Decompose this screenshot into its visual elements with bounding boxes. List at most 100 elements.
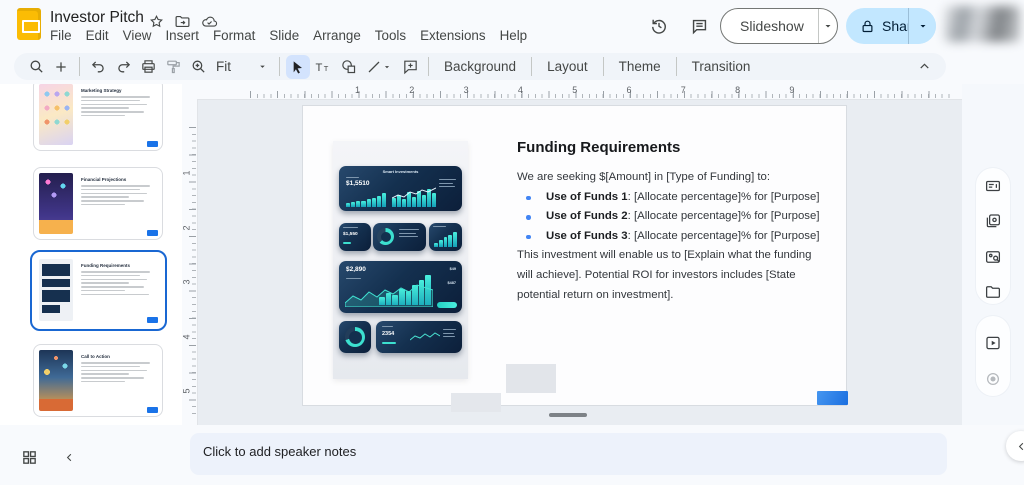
zoom-select[interactable]: Fit [211,55,273,79]
slide-thumbnail-19[interactable]: Funding Requirements [34,254,162,326]
collapse-filmstrip-icon[interactable] [58,446,80,468]
speaker-notes-input[interactable]: Click to add speaker notes [190,433,947,475]
card3-button [437,302,457,308]
menu-insert[interactable]: Insert [165,28,199,43]
text-line-placeholder [81,279,147,281]
text-box-icon[interactable]: TT [311,55,335,79]
slides-logo-icon[interactable] [17,8,41,40]
card3-stat1: $49 [450,267,456,271]
paint-format-icon[interactable] [161,55,185,79]
toolbar: Fit TT Background Layout Theme Transitio… [14,53,946,80]
version-history-icon[interactable] [646,13,672,39]
insert-comment-icon[interactable] [398,55,422,79]
video-play-icon[interactable] [984,334,1002,352]
thumbnail-body-lines [81,271,156,295]
slide-title[interactable]: Funding Requirements [517,139,680,156]
menu-format[interactable]: Format [213,28,255,43]
menu-arrange[interactable]: Arrange [313,28,361,43]
collapse-side-panel-button[interactable] [1006,431,1024,461]
slideshow-button[interactable]: Slideshow [720,8,838,44]
select-tool-icon[interactable] [286,55,310,79]
bar [361,201,365,207]
new-slide-icon[interactable] [49,55,73,79]
text-line-placeholder [81,271,150,273]
text-line-placeholder [81,362,150,364]
bar [351,202,355,207]
background-button[interactable]: Background [435,55,525,79]
summary-card-icon[interactable] [984,177,1002,195]
menu-help[interactable]: Help [500,28,528,43]
undo-icon[interactable] [86,55,110,79]
slide-body-text[interactable]: We are seeking $[Amount] in [Type of Fun… [517,168,820,305]
theme-button[interactable]: Theme [610,55,670,79]
comment-history-icon[interactable] [686,13,712,39]
bar [356,201,360,207]
menu-extensions[interactable]: Extensions [420,28,486,43]
text-line-placeholder [399,236,418,237]
redo-icon[interactable] [111,55,135,79]
toolbar-divider [531,57,532,76]
text-line-placeholder [439,179,456,180]
shape-tool-icon[interactable] [336,55,360,79]
bar [439,240,443,247]
slide-thumbnail-18[interactable]: Financial Projections [33,167,163,240]
zoom-icon[interactable] [186,55,210,79]
slide-page[interactable]: Smart Investments $1,5510 $1,550 [302,105,847,406]
dashboard-card-overview: Smart Investments $1,5510 [339,166,462,211]
folder-icon[interactable] [984,283,1002,301]
text-line-placeholder [81,96,150,98]
thumbnail-text: Marketing Strategy [81,88,156,119]
menu-slide[interactable]: Slide [269,28,299,43]
speaker-notes-placeholder: Click to add speaker notes [203,444,356,459]
body-outro-3: potential return on investment]. [517,286,820,306]
share-dropdown[interactable] [908,8,936,44]
text-line-placeholder [433,226,446,227]
text-line-placeholder [443,333,454,334]
text-line-placeholder [382,326,393,327]
bullet-line-2: Use of Funds 2: [Allocate percentage]% f… [517,207,820,227]
slide-thumbnail-17[interactable]: Marketing Strategy [33,84,163,151]
mini-line-chart [410,331,440,343]
notes-resize-handle[interactable] [549,413,587,417]
thumbnail-accent-chip [147,141,158,147]
thumbnail-body-lines [81,362,156,382]
thumbnail-accent-chip [147,230,158,236]
svg-text:T: T [324,63,329,72]
bar [453,232,457,247]
text-line-placeholder [81,104,147,106]
layout-button[interactable]: Layout [538,55,597,79]
collapse-toolbar-icon[interactable] [912,55,936,79]
bar [434,243,438,248]
menu-tools[interactable]: Tools [375,28,406,43]
photo-library-icon[interactable] [984,212,1002,230]
print-icon[interactable] [136,55,160,79]
text-line-placeholder [81,286,144,288]
image-search-icon[interactable] [984,248,1002,266]
bullet-line-1: Use of Funds 1: [Allocate percentage]% f… [517,188,820,208]
menu-edit[interactable]: Edit [86,28,109,43]
menu-file[interactable]: File [50,28,72,43]
card4-value: 2354 [382,331,394,337]
thumbnail-title: Call to Action [81,354,156,359]
line-tool-icon[interactable] [361,55,397,79]
document-title[interactable]: Investor Pitch [50,9,144,27]
slideshow-dropdown[interactable] [818,20,837,32]
thumbnail-text: Funding Requirements [81,263,156,298]
h-ruler-number: 2 [409,85,414,95]
account-avatar[interactable] [944,6,1020,42]
dashboard-image[interactable]: Smart Investments $1,5510 $1,550 [333,141,468,379]
toolbar-divider [428,57,429,76]
slide-thumbnail-20[interactable]: Call to Action [33,344,163,417]
slide-accent-rectangle[interactable] [817,391,848,405]
card3-stat2: $487 [448,281,456,285]
h-ruler-number: 6 [627,85,632,95]
record-icon[interactable] [984,370,1002,388]
menu-view[interactable]: View [123,28,152,43]
filmstrip: Marketing Strategy 18 Financial Projecti… [0,84,182,425]
toolbar-divider [603,57,604,76]
transition-button[interactable]: Transition [683,55,760,79]
grid-view-icon[interactable] [16,444,42,470]
thumbnail-accent-chip [147,317,158,323]
search-menus-icon[interactable] [24,55,48,79]
h-ruler-number: 9 [789,85,794,95]
